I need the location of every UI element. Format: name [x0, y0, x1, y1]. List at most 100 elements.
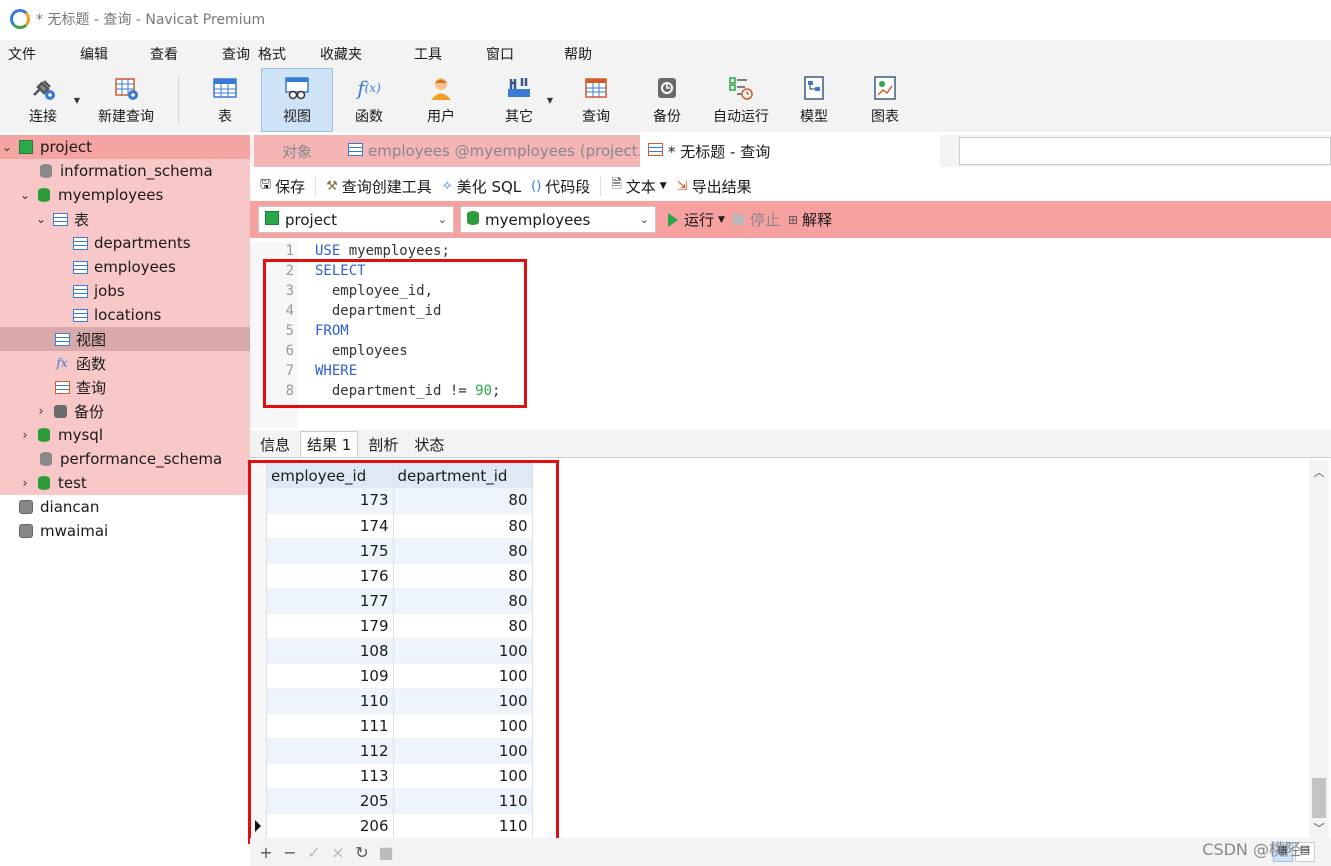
tab-current-query[interactable]: * 无标题 - 查询	[640, 135, 940, 167]
apply-icon[interactable]: ✓	[302, 843, 326, 862]
tab-objects[interactable]: 对象	[254, 135, 340, 167]
tree-item-label: departments	[94, 234, 191, 252]
scroll-thumb[interactable]	[1312, 778, 1326, 818]
add-record-icon[interactable]: +	[254, 843, 278, 862]
view-icon	[54, 331, 70, 347]
tab-status[interactable]: 状态	[408, 431, 450, 457]
view-button[interactable]: 视图	[261, 68, 333, 132]
tab-result-1[interactable]: 结果 1	[300, 431, 359, 457]
tree-item-label: jobs	[94, 282, 125, 300]
table-button[interactable]: 表	[189, 68, 261, 132]
menu-item[interactable]: 编辑	[72, 44, 116, 64]
menu-item[interactable]: 文件	[0, 44, 44, 64]
tree-item-table[interactable]: departments	[0, 231, 250, 255]
tab-search-input[interactable]	[959, 137, 1331, 165]
user-button[interactable]: 用户	[405, 68, 477, 132]
tree-item-views[interactable]: 视图	[0, 327, 250, 351]
navicat-logo-icon	[10, 9, 30, 29]
table-label: 表	[218, 109, 232, 125]
beautify-sql-button[interactable]: ✧ 美化 SQL	[442, 176, 521, 197]
tab-info[interactable]: 信息	[254, 431, 296, 457]
user-label: 用户	[427, 109, 455, 125]
chevron-right-icon[interactable]: ›	[34, 404, 48, 418]
menu-item[interactable]: 收藏夹	[312, 44, 370, 64]
menu-item[interactable]: 工具	[406, 44, 450, 64]
query-icon	[648, 142, 663, 160]
text-button[interactable]: 🗎 文本 ▼	[611, 175, 666, 197]
menu-item[interactable]: 帮助	[556, 44, 600, 64]
tree-item-table[interactable]: locations	[0, 303, 250, 327]
tree-item-label: mysql	[58, 426, 103, 444]
tree-item-mysql[interactable]: › mysql	[0, 423, 250, 447]
stop-icon[interactable]: ■	[374, 843, 398, 862]
table-icon	[72, 259, 88, 275]
run-button[interactable]: 运行 ▼	[668, 209, 725, 230]
database-select[interactable]: myemployees ⌄	[460, 206, 656, 233]
line-number: 1	[285, 243, 294, 259]
model-button[interactable]: 模型	[779, 68, 849, 132]
tree-item-table[interactable]: jobs	[0, 279, 250, 303]
function-button[interactable]: f (x) 函数	[333, 68, 405, 132]
tree-item-queries[interactable]: 查询	[0, 375, 250, 399]
tab-profile[interactable]: 剖析	[362, 431, 404, 457]
scroll-down-icon[interactable]: ﹀	[1309, 820, 1329, 836]
tree-item-diancan[interactable]: diancan	[0, 495, 250, 519]
tree-item-backups[interactable]: › 备份	[0, 399, 250, 423]
chevron-right-icon[interactable]: ›	[18, 428, 32, 442]
new-query-icon	[112, 74, 140, 102]
connection-select[interactable]: project ⌄	[258, 206, 454, 233]
tree-item-information-schema[interactable]: information_schema	[0, 159, 250, 183]
connect-button[interactable]: 连接 ▼	[8, 68, 80, 132]
connection-icon	[265, 210, 279, 229]
chart-button[interactable]: 图表	[849, 68, 921, 132]
dropdown-arrow-icon[interactable]: ▼	[547, 96, 553, 105]
query-button[interactable]: 查询	[561, 68, 631, 132]
autorun-button[interactable]: 自动运行	[703, 68, 779, 132]
chevron-down-icon[interactable]: ⌄	[0, 140, 14, 154]
tree-item-label: 函数	[76, 354, 107, 373]
query-builder-button[interactable]: ⚒ 查询创建工具	[326, 176, 432, 197]
save-button[interactable]: 🖫 保存	[260, 175, 305, 197]
dropdown-arrow-icon[interactable]: ▼	[718, 215, 725, 225]
chevron-right-icon[interactable]: ›	[18, 476, 32, 490]
menu-item[interactable]: 查看	[142, 44, 186, 64]
chevron-down-icon[interactable]: ⌄	[34, 212, 48, 226]
tree-item-tables[interactable]: ⌄ 表	[0, 207, 250, 231]
scroll-up-icon[interactable]: ︿	[1309, 464, 1329, 480]
tree-item-mwaimai[interactable]: mwaimai	[0, 519, 250, 543]
discard-icon[interactable]: ×	[326, 843, 350, 862]
explain-button[interactable]: ⊞ 解释	[788, 209, 832, 230]
tab-bar: 对象 employees @myemployees (project... * …	[250, 135, 1331, 167]
backup-icon	[52, 403, 68, 419]
backup-button[interactable]: 备份	[631, 68, 703, 132]
tree-item-table[interactable]: employees	[0, 255, 250, 279]
tree-item-myemployees[interactable]: ⌄ myemployees	[0, 183, 250, 207]
menu-item[interactable]: 格式	[250, 44, 294, 64]
stop-button[interactable]: 停止	[732, 209, 780, 230]
tab-employees[interactable]: employees @myemployees (project...	[340, 135, 640, 167]
database-icon	[38, 451, 54, 467]
refresh-icon[interactable]: ↻	[350, 843, 374, 862]
export-result-button[interactable]: ⇲ 导出结果	[677, 176, 752, 197]
tree-item-functions[interactable]: fx 函数	[0, 351, 250, 375]
connection-icon	[18, 523, 34, 539]
tree-item-project[interactable]: ⌄ project	[0, 135, 250, 159]
tree-item-performance-schema[interactable]: performance_schema	[0, 447, 250, 471]
tree-item-test[interactable]: › test	[0, 471, 250, 495]
chevron-down-icon[interactable]: ⌄	[18, 188, 32, 202]
code-snippet-button[interactable]: () 代码段	[531, 176, 590, 197]
result-tab-bar: 信息 结果 1 剖析 状态	[250, 430, 1331, 458]
dropdown-arrow-icon[interactable]: ▼	[74, 96, 80, 105]
watermark: CSDN @桃陉	[1202, 840, 1301, 859]
function-label: 函数	[355, 109, 383, 125]
query-icon	[582, 74, 610, 102]
autorun-label: 自动运行	[713, 109, 769, 125]
dropdown-arrow-icon[interactable]: ▼	[660, 181, 667, 191]
other-button[interactable]: 其它 ▼	[477, 68, 561, 132]
vertical-scrollbar[interactable]: ︿ ﹀	[1309, 460, 1329, 838]
magic-wand-icon: ✧	[441, 178, 453, 194]
menu-item[interactable]: 窗口	[478, 44, 522, 64]
new-query-button[interactable]: 新建查询	[84, 68, 168, 132]
menu-bar: 文件 编辑 查看 查询 格式 收藏夹 工具 窗口 帮助	[0, 40, 1331, 68]
delete-record-icon[interactable]: −	[278, 843, 302, 862]
